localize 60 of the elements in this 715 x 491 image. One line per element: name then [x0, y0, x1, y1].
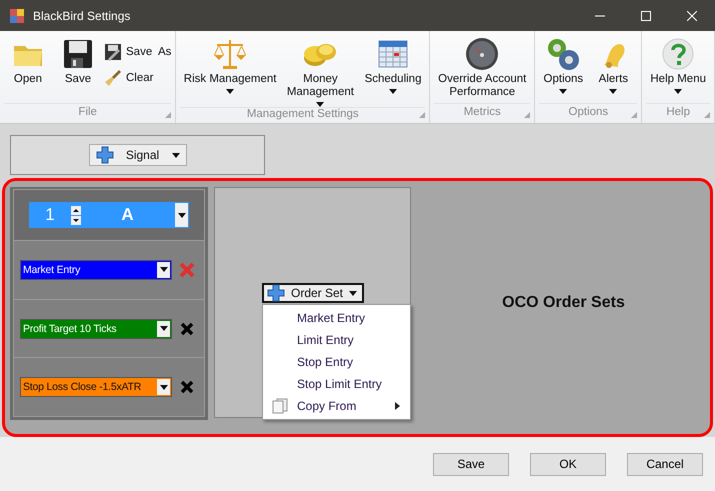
ribbon-button[interactable]: Scheduling [360, 35, 426, 94]
delete-icon[interactable] [179, 379, 195, 396]
broom-icon [104, 69, 122, 87]
launcher-icon [419, 112, 426, 118]
dialog-button[interactable]: OK [530, 452, 606, 476]
ribbon-button[interactable]: Save [54, 35, 102, 86]
order-dropdown[interactable]: Market Entry [20, 260, 172, 280]
section-caption: OCO Order Sets [502, 294, 625, 312]
calendar-icon [377, 38, 410, 70]
menu-item[interactable]: Copy From [263, 395, 410, 417]
maximize-icon [641, 10, 651, 20]
launcher-icon [165, 112, 172, 118]
order-set-button[interactable]: Order Set [262, 283, 364, 303]
caret-icon [160, 267, 168, 272]
ribbon-button[interactable]: Save As [104, 43, 172, 61]
gears-icon [546, 37, 580, 71]
launcher-icon [524, 112, 530, 118]
order-dropdown[interactable]: Profit Target 10 Ticks [20, 318, 172, 338]
launcher-icon [631, 112, 638, 118]
floppy-disk-pencil-icon [104, 43, 122, 61]
scales-icon [213, 37, 248, 71]
group-label: File [77, 106, 98, 118]
caret-icon [349, 290, 358, 296]
menu-item[interactable]: Limit Entry [263, 329, 410, 351]
launcher-icon [704, 112, 710, 118]
caret-icon [178, 212, 186, 218]
ribbon-button[interactable]: Open [4, 35, 52, 86]
window-title: BlackBird Settings [33, 8, 132, 22]
group-label: Options [568, 106, 610, 118]
help-icon [662, 38, 694, 70]
ribbon-button[interactable]: Clear [104, 69, 172, 87]
signal-button[interactable]: Signal [88, 144, 186, 166]
caret-icon [172, 152, 180, 158]
pages-icon [272, 398, 288, 414]
menu-item[interactable]: Market Entry [263, 307, 410, 329]
menu-item[interactable]: Stop Limit Entry [263, 373, 410, 395]
submenu-arrow-icon [395, 402, 400, 410]
gauge-icon [465, 37, 500, 71]
dialog-button[interactable]: Save [433, 452, 509, 476]
close-icon [687, 10, 697, 20]
ribbon-button[interactable]: Options [539, 35, 588, 94]
menu-item[interactable]: Stop Entry [263, 351, 410, 373]
caret-icon [160, 326, 168, 331]
spin-up-icon [71, 206, 81, 214]
ribbon-button[interactable]: Override Account Performance [434, 35, 530, 99]
ribbon-button[interactable]: Help Menu [646, 35, 710, 94]
caret-icon [160, 384, 168, 390]
group-label: Management Settings [246, 108, 360, 120]
plus-icon [267, 284, 285, 302]
ribbon-button[interactable]: Alerts [589, 35, 638, 94]
spin-down-icon [71, 216, 81, 224]
plus-icon [96, 146, 114, 164]
delete-icon[interactable] [179, 320, 195, 336]
group-label: Metrics [462, 106, 502, 118]
app-icon [9, 8, 25, 24]
ribbon-button[interactable]: Money Management [282, 35, 359, 107]
ribbon-button[interactable]: Risk Management [180, 35, 280, 94]
group-label: Help [665, 106, 692, 118]
dialog-button[interactable]: Cancel [627, 452, 703, 476]
order-dropdown[interactable]: Stop Loss Close -1.5xATR [20, 377, 172, 398]
